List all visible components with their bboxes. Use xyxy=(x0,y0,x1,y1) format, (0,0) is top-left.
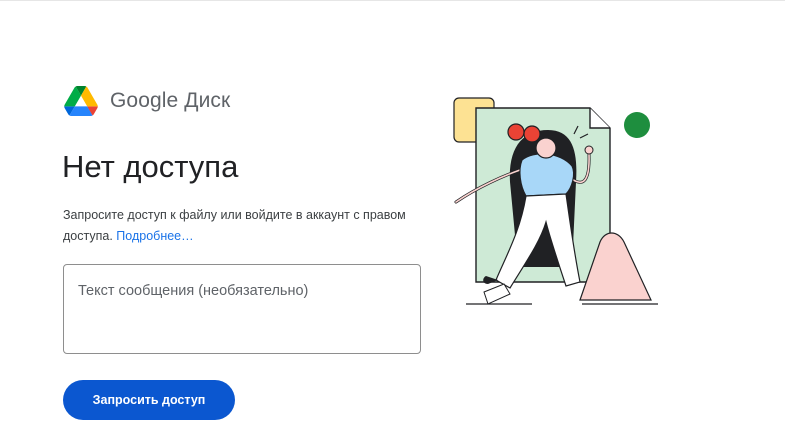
green-dot-shape xyxy=(624,112,650,138)
page-title: Нет доступа xyxy=(62,149,239,184)
google-drive-logo-icon xyxy=(64,86,98,116)
top-divider xyxy=(0,0,785,1)
person-torso-shape xyxy=(519,153,575,197)
product-name: Google Диск xyxy=(110,89,231,112)
description-text: Запросите доступ к файлу или войдите в а… xyxy=(63,208,406,243)
access-denied-page: Google Диск Нет доступа Запросите доступ… xyxy=(0,0,785,426)
description: Запросите доступ к файлу или войдите в а… xyxy=(63,205,423,247)
person-running-through-document-illustration xyxy=(453,97,658,305)
brand-header: Google Диск xyxy=(64,83,230,119)
request-access-button[interactable]: Запросить доступ xyxy=(63,380,235,420)
hair-bun-right xyxy=(523,125,541,143)
hair-bun-left xyxy=(507,123,525,141)
message-textarea[interactable] xyxy=(63,264,421,354)
learn-more-link[interactable]: Подробнее… xyxy=(116,229,193,243)
